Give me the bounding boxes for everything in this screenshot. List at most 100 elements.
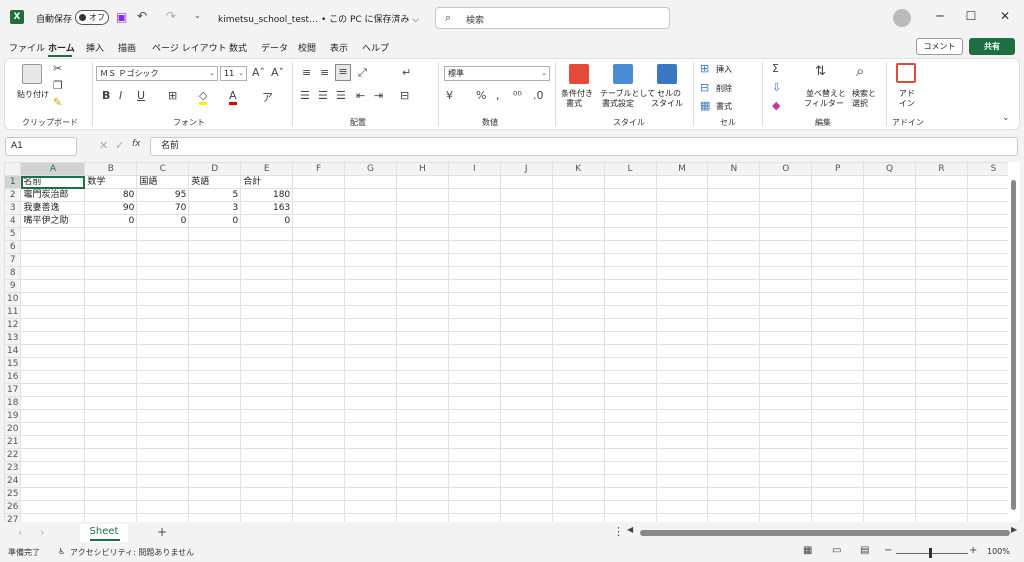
cell[interactable]	[863, 487, 917, 501]
row-header[interactable]: 13	[4, 331, 22, 345]
cell[interactable]	[499, 383, 553, 397]
cell[interactable]	[707, 500, 761, 514]
cell[interactable]	[84, 227, 138, 241]
cell[interactable]	[344, 305, 397, 319]
cell[interactable]	[240, 318, 294, 332]
align-middle-icon[interactable]: ≡	[320, 66, 329, 79]
cell[interactable]	[395, 253, 449, 267]
cell[interactable]	[188, 448, 242, 462]
cell[interactable]	[292, 461, 346, 475]
cell[interactable]: 合計	[240, 175, 294, 189]
column-header[interactable]: A	[20, 162, 86, 176]
page-layout-view-icon[interactable]: ▭	[832, 545, 841, 556]
cell[interactable]	[499, 435, 553, 449]
cell[interactable]	[915, 227, 968, 241]
cell[interactable]	[863, 266, 917, 280]
cell[interactable]	[603, 487, 657, 501]
cell[interactable]	[84, 422, 138, 436]
cell[interactable]	[447, 474, 501, 488]
cell[interactable]	[136, 435, 190, 449]
cell[interactable]	[603, 422, 657, 436]
cell[interactable]	[395, 214, 449, 228]
cell[interactable]	[292, 396, 346, 410]
cell[interactable]	[292, 500, 346, 514]
decrease-font-icon[interactable]: A˅	[271, 66, 284, 79]
cell[interactable]	[240, 357, 294, 371]
cell[interactable]	[811, 279, 865, 293]
formula-input[interactable]: 名前	[150, 137, 1018, 156]
cell[interactable]	[551, 331, 605, 345]
find-select-label-2[interactable]: 選択	[852, 98, 868, 109]
copy-icon[interactable]: ❐	[53, 79, 63, 92]
cell[interactable]	[759, 318, 813, 332]
cell[interactable]	[292, 266, 346, 280]
cell[interactable]	[863, 279, 917, 293]
cell[interactable]	[863, 357, 917, 371]
cell[interactable]	[759, 422, 813, 436]
cell[interactable]	[20, 435, 86, 449]
cell[interactable]	[655, 266, 709, 280]
undo-icon[interactable]: ↶	[137, 9, 147, 23]
delete-cells-label[interactable]: 削除	[716, 83, 732, 94]
cell[interactable]	[20, 448, 86, 462]
cell[interactable]	[136, 357, 190, 371]
cell[interactable]	[20, 331, 86, 345]
cell-table[interactable]: ABCDEFGHIJKLMNOPQRS 1 名前 数学 国語 英語 合計 2 竈門炭治郎 80 9…	[4, 162, 1020, 522]
minimize-button[interactable]: ─	[930, 9, 950, 23]
border-icon[interactable]: ⊞	[168, 89, 177, 102]
zoom-out-icon[interactable]: −	[884, 545, 892, 556]
cell[interactable]	[551, 253, 605, 267]
cell[interactable]	[188, 305, 242, 319]
cell[interactable]	[759, 513, 813, 522]
font-name-select[interactable]: ＭＳ Ｐゴシック ⌄	[96, 66, 218, 81]
row-header[interactable]: 14	[4, 344, 22, 358]
italic-icon[interactable]: I	[119, 89, 122, 102]
cell[interactable]	[240, 409, 294, 423]
clear-icon[interactable]: ◆	[772, 99, 780, 112]
cell[interactable]	[603, 370, 657, 384]
cell[interactable]	[811, 409, 865, 423]
row-header[interactable]: 27	[4, 513, 22, 522]
cell[interactable]	[707, 214, 761, 228]
sort-filter-icon[interactable]: ⇅	[815, 64, 826, 79]
avatar[interactable]	[893, 9, 911, 27]
format-as-table-icon[interactable]	[613, 64, 633, 84]
delete-cells-icon[interactable]: ⊟	[700, 81, 709, 94]
cell[interactable]	[84, 409, 138, 423]
cell[interactable]	[759, 201, 813, 215]
cell[interactable]	[759, 188, 813, 202]
cell[interactable]	[240, 331, 294, 345]
cell[interactable]: 5	[188, 188, 242, 202]
cell[interactable]	[915, 279, 968, 293]
cell[interactable]	[811, 435, 865, 449]
cell[interactable]	[499, 396, 553, 410]
cell[interactable]	[84, 383, 138, 397]
format-as-table-label-2[interactable]: 書式設定	[602, 98, 634, 109]
cell[interactable]	[292, 474, 346, 488]
cell[interactable]	[20, 292, 86, 306]
cell[interactable]	[20, 305, 86, 319]
cell[interactable]	[603, 357, 657, 371]
cell[interactable]	[240, 305, 294, 319]
sort-filter-label-2[interactable]: フィルター	[804, 98, 844, 109]
font-size-select[interactable]: 11 ⌄	[220, 66, 247, 81]
cell[interactable]	[499, 487, 553, 501]
row-header[interactable]: 20	[4, 422, 22, 436]
cell[interactable]	[915, 461, 968, 475]
cell[interactable]	[395, 266, 449, 280]
cell[interactable]	[655, 474, 709, 488]
cell[interactable]	[188, 370, 242, 384]
cell[interactable]: 90	[84, 201, 138, 215]
row-header[interactable]: 11	[4, 305, 22, 319]
cell[interactable]	[20, 253, 86, 267]
cell[interactable]	[188, 461, 242, 475]
cell[interactable]	[499, 240, 553, 254]
cell[interactable]	[395, 344, 449, 358]
paste-label[interactable]: 貼り付け	[17, 89, 49, 100]
cell[interactable]	[707, 357, 761, 371]
column-header[interactable]: J	[499, 162, 553, 176]
cell[interactable]	[447, 253, 501, 267]
cell[interactable]	[292, 175, 346, 189]
row-header[interactable]: 4	[4, 214, 22, 228]
cell[interactable]	[395, 409, 449, 423]
